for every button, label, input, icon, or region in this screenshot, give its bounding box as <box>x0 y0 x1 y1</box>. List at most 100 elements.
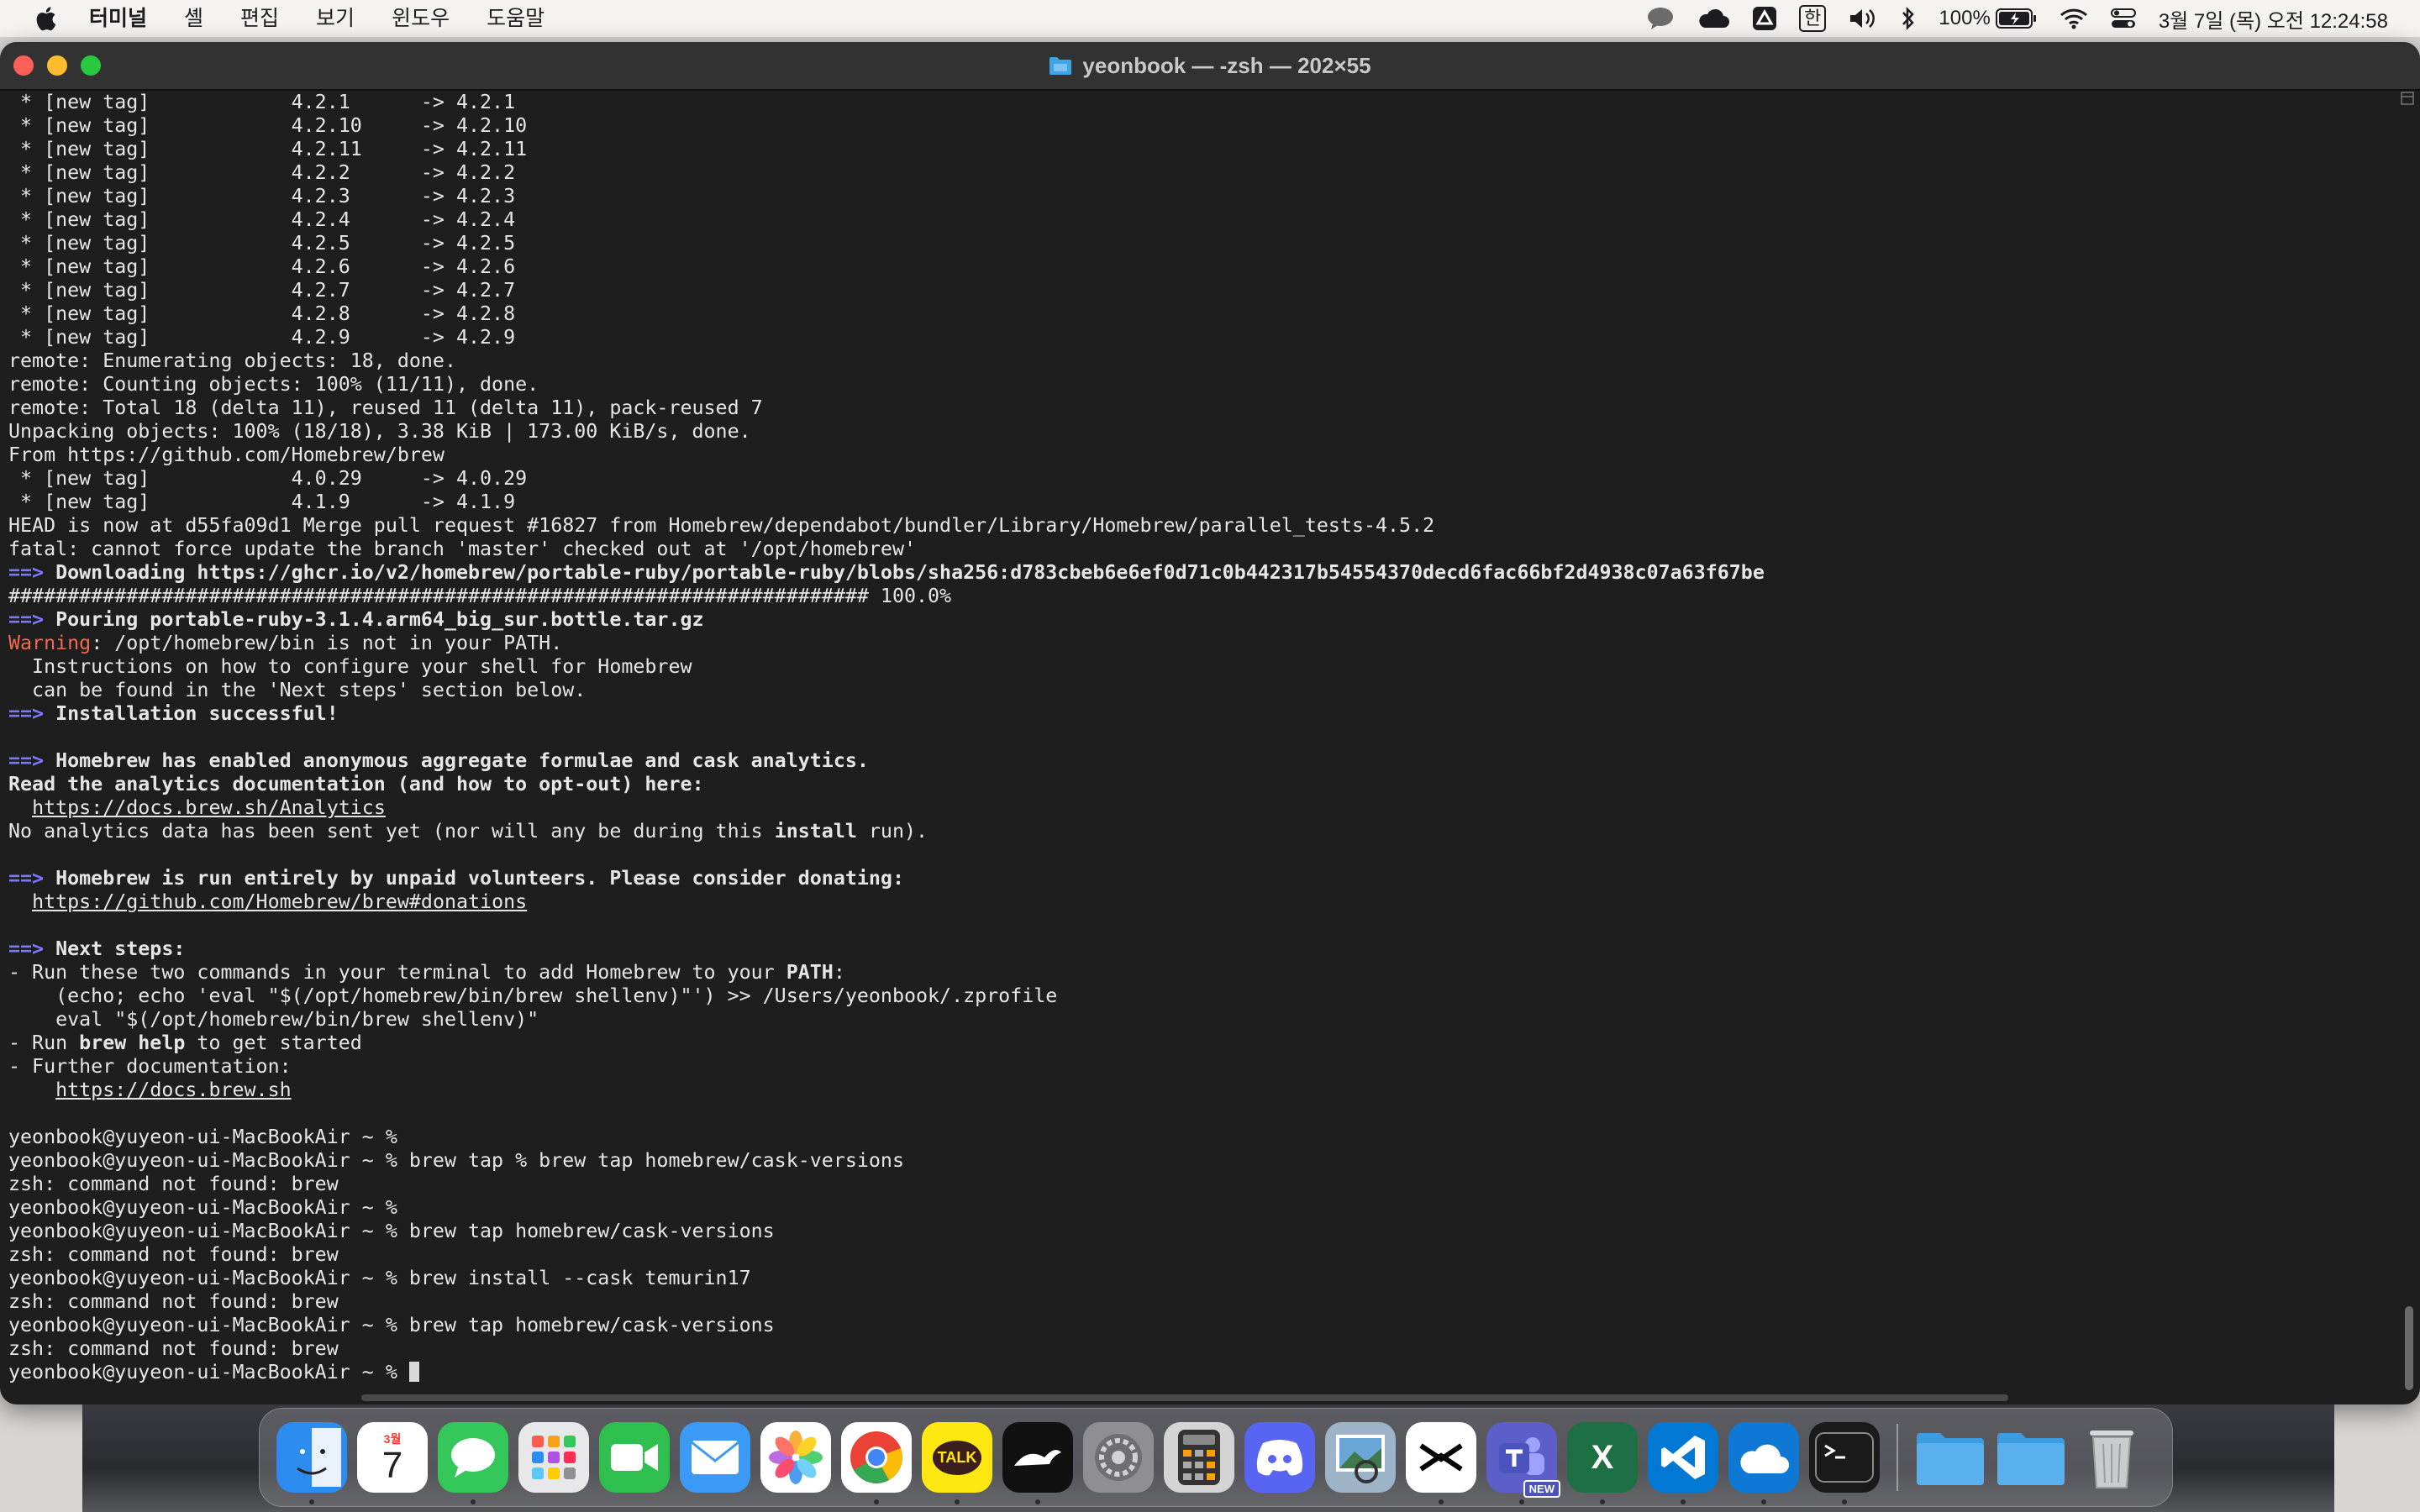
clock[interactable]: 3월 7일 (목) 오전 12:24:58 <box>2159 4 2388 34</box>
terminal-text: * [new tag] 4.2.4 -> 4.2.4 <box>8 208 516 231</box>
terminal-text: No analytics data has been sent yet (nor… <box>8 820 775 843</box>
terminal-text: : /opt/homebrew/bin is not in your PATH. <box>91 632 563 654</box>
preview-icon <box>1325 1422 1396 1493</box>
dock-photos[interactable] <box>755 1417 836 1498</box>
terminal-text: Downloading https://ghcr.io/v2/homebrew/… <box>44 561 1765 584</box>
terminal-text: * [new tag] 4.2.1 -> 4.2.1 <box>8 91 516 113</box>
terminal-line: remote: Counting objects: 100% (11/11), … <box>8 373 2395 396</box>
dock-genie[interactable] <box>997 1417 1078 1504</box>
terminal-link[interactable]: https://docs.brew.sh/Analytics <box>32 796 386 819</box>
terminal-text: From https://github.com/Homebrew/brew <box>8 444 445 466</box>
terminal-line: zsh: command not found: brew <box>8 1337 2395 1361</box>
google-drive-icon[interactable] <box>1752 6 1777 31</box>
teams-new-badge: NEW <box>1523 1480 1560 1498</box>
terminal-text: * [new tag] 4.2.10 -> 4.2.10 <box>8 114 528 137</box>
menu-edit[interactable]: 편집 <box>222 0 297 37</box>
terminal-output[interactable]: * [new tag] 4.2.1 -> 4.2.1 * [new tag] 4… <box>8 91 2395 1384</box>
facetime-icon <box>599 1422 670 1493</box>
terminal-text: ==> <box>8 561 45 584</box>
dock-preview[interactable] <box>1320 1417 1401 1498</box>
input-source-icon[interactable]: 한 <box>1799 5 1827 32</box>
terminal-line: yeonbook@yuyeon-ui-MacBookAir ~ % <box>8 1196 2395 1220</box>
terminal-line: HEAD is now at d55fa09d1 Merge pull requ… <box>8 514 2395 538</box>
volume-icon[interactable] <box>1848 7 1878 30</box>
dock-discord[interactable] <box>1239 1417 1320 1498</box>
dock-teams[interactable]: NEW <box>1481 1417 1562 1504</box>
dock-vscode[interactable] <box>1643 1417 1723 1504</box>
control-center-icon[interactable] <box>2110 7 2137 30</box>
terminal-text: PATH <box>786 961 834 984</box>
menu-app-terminal[interactable]: 터미널 <box>71 0 166 37</box>
calendar-icon: 3월 7 <box>357 1422 428 1493</box>
running-indicator <box>309 1499 314 1504</box>
running-indicator <box>955 1499 960 1504</box>
terminal-text: ==> <box>8 702 45 725</box>
terminal-text: * [new tag] 4.2.5 -> 4.2.5 <box>8 232 516 255</box>
terminal-line: - Run brew help to get started <box>8 1032 2395 1055</box>
terminal-text: yeonbook@yuyeon-ui-MacBookAir ~ % brew t… <box>8 1314 775 1336</box>
running-indicator <box>1035 1499 1040 1504</box>
launchpad-icon <box>518 1422 589 1493</box>
terminal-line: zsh: command not found: brew <box>8 1290 2395 1314</box>
dock-calculator[interactable] <box>1159 1417 1239 1498</box>
terminal-text: zsh: command not found: brew <box>8 1243 339 1266</box>
dock-trash[interactable] <box>2071 1417 2152 1498</box>
apple-menu-icon[interactable] <box>20 6 71 31</box>
terminal-link[interactable]: https://docs.brew.sh <box>55 1079 292 1101</box>
terminal-text: eval "$(/opt/homebrew/bin/brew shellenv)… <box>8 1008 539 1031</box>
dock-facetime[interactable] <box>594 1417 675 1498</box>
terminal-line: zsh: command not found: brew <box>8 1243 2395 1267</box>
menu-window[interactable]: 윈도우 <box>373 0 468 37</box>
documents-folder-icon <box>1915 1422 1986 1493</box>
terminal-line: ########################################… <box>8 585 2395 608</box>
terminal-line: - Further documentation: <box>8 1055 2395 1079</box>
terminal-text: * [new tag] 4.2.9 -> 4.2.9 <box>8 326 516 349</box>
dock-system-settings[interactable] <box>1078 1417 1159 1498</box>
dock-calendar[interactable]: 3월 7 <box>352 1417 433 1498</box>
terminal-text: Installation successful! <box>44 702 339 725</box>
system-settings-icon <box>1083 1422 1154 1493</box>
dock-finder[interactable] <box>271 1417 352 1504</box>
menu-view[interactable]: 보기 <box>297 0 373 37</box>
dock-messages[interactable] <box>433 1417 513 1504</box>
terminal-line: No analytics data has been sent yet (nor… <box>8 820 2395 843</box>
terminal-icon <box>1809 1422 1880 1493</box>
terminal-text: zsh: command not found: brew <box>8 1173 339 1195</box>
trash-icon <box>2076 1422 2147 1493</box>
speech-bubble-icon[interactable] <box>1646 6 1675 31</box>
terminal-text: ==> <box>8 749 45 772</box>
window-titlebar[interactable]: yeonbook — -zsh — 202×55 <box>0 42 2420 91</box>
vertical-scrollbar-thumb[interactable] <box>2405 1306 2413 1390</box>
terminal-link[interactable]: https://github.com/Homebrew/brew#donatio… <box>32 890 527 913</box>
dock-capcut[interactable] <box>1401 1417 1481 1504</box>
dock-kakaotalk[interactable]: TALK <box>917 1417 997 1504</box>
terminal-text: Next steps: <box>44 937 186 960</box>
vertical-scrollbar[interactable] <box>2403 101 2415 1394</box>
terminal-line: ==> Next steps: <box>8 937 2395 961</box>
dock-excel[interactable]: X <box>1562 1417 1643 1504</box>
horizontal-scrollbar[interactable] <box>361 1394 2008 1401</box>
icloud-icon[interactable] <box>1697 8 1730 29</box>
menu-help[interactable]: 도움말 <box>468 0 563 37</box>
dock-downloads-folder[interactable] <box>1991 1417 2071 1498</box>
wifi-icon[interactable] <box>2060 8 2088 29</box>
terminal-text: ==> <box>8 608 45 631</box>
dock-chrome[interactable] <box>836 1417 917 1504</box>
kakaotalk-icon: TALK <box>922 1422 992 1493</box>
dock-launchpad[interactable] <box>513 1417 594 1498</box>
menu-bar: 터미널 셸 편집 보기 윈도우 도움말 한 100% 3월 7일 (목) 오전 … <box>0 0 2420 37</box>
bluetooth-icon[interactable] <box>1900 6 1917 31</box>
dock-documents-folder[interactable] <box>1910 1417 1991 1498</box>
dock-terminal[interactable] <box>1804 1417 1885 1504</box>
dock-mail[interactable] <box>675 1417 755 1498</box>
terminal-text: Unpacking objects: 100% (18/18), 3.38 Ki… <box>8 420 751 443</box>
terminal-line: fatal: cannot force update the branch 'm… <box>8 538 2395 561</box>
battery-status[interactable]: 100% <box>1939 7 2037 30</box>
running-indicator <box>1842 1499 1847 1504</box>
terminal-text: - Run <box>8 1032 80 1054</box>
dock-onedrive[interactable] <box>1723 1417 1804 1504</box>
menu-shell[interactable]: 셸 <box>166 0 222 37</box>
terminal-text: * [new tag] 4.2.8 -> 4.2.8 <box>8 302 516 325</box>
